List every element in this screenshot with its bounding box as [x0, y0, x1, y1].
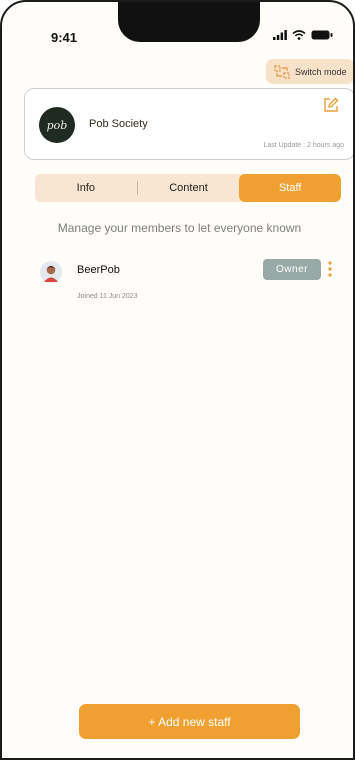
- edit-icon[interactable]: [323, 97, 339, 118]
- last-update-text: Last Update : 2 hours ago: [263, 142, 344, 149]
- status-time: 9:41: [51, 30, 78, 45]
- switch-mode-icon: [274, 64, 290, 79]
- role-badge: Owner: [263, 259, 321, 280]
- organization-name: Pob Society: [89, 118, 148, 130]
- avatar-icon: [40, 261, 62, 283]
- more-vertical-icon[interactable]: [327, 260, 333, 278]
- tab-info[interactable]: Info: [35, 174, 137, 202]
- tab-content[interactable]: Content: [138, 174, 240, 202]
- device-notch: [118, 2, 260, 42]
- staff-subtitle: Manage your members to let everyone know…: [57, 221, 302, 235]
- member-name[interactable]: BeerPob: [77, 264, 120, 276]
- member-joined-date: Joined 11 Jun 2023: [77, 293, 138, 300]
- section-tabs: Info Content Staff: [35, 174, 341, 202]
- battery-icon: [311, 30, 333, 40]
- organization-card: pob Pob Society Last Update : 2 hours ag…: [24, 88, 353, 160]
- wifi-icon: [292, 30, 306, 40]
- add-staff-button[interactable]: + Add new staff: [79, 704, 300, 739]
- status-icons: [273, 30, 333, 40]
- phone-screen: 9:41 Switch mode pob Pob Society Last Up…: [0, 0, 355, 760]
- signal-icon: [273, 30, 287, 40]
- tab-staff[interactable]: Staff: [239, 174, 341, 202]
- organization-logo: pob: [39, 107, 75, 143]
- switch-mode-button[interactable]: Switch mode: [266, 59, 353, 84]
- switch-mode-label: Switch mode: [295, 66, 347, 77]
